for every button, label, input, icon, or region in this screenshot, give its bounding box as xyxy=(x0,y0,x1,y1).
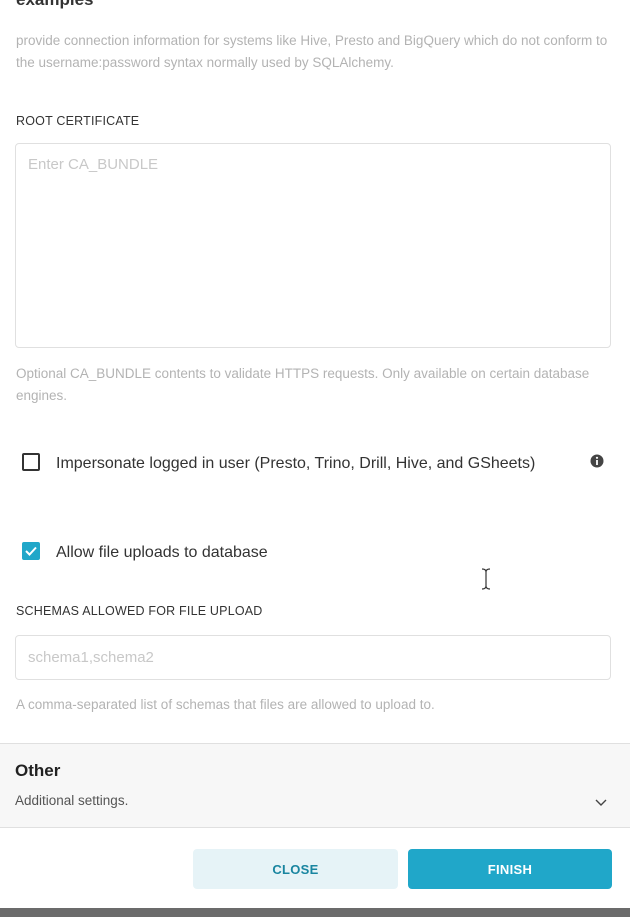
schemas-label: SCHEMAS ALLOWED FOR FILE UPLOAD xyxy=(16,604,263,618)
root-certificate-label: ROOT CERTIFICATE xyxy=(16,114,140,128)
impersonate-user-row[interactable]: Impersonate logged in user (Presto, Trin… xyxy=(22,452,612,476)
allow-file-uploads-checkbox[interactable] xyxy=(22,542,40,560)
section-help-text: provide connection information for syste… xyxy=(16,33,608,70)
info-icon[interactable] xyxy=(590,454,604,468)
other-collapse-panel[interactable]: Other Additional settings. xyxy=(0,743,630,828)
root-certificate-help: Optional CA_BUNDLE contents to validate … xyxy=(16,366,590,403)
chevron-down-icon[interactable] xyxy=(595,799,607,807)
checkmark-icon xyxy=(25,546,37,556)
schemas-help: A comma-separated list of schemas that f… xyxy=(16,697,435,712)
allow-file-uploads-row[interactable]: Allow file uploads to database xyxy=(22,541,268,565)
allow-file-uploads-label: Allow file uploads to database xyxy=(56,544,268,561)
section-heading: examples xyxy=(16,0,94,10)
other-panel-title: Other xyxy=(15,761,61,780)
impersonate-user-checkbox[interactable] xyxy=(22,453,40,471)
impersonate-user-label: Impersonate logged in user (Presto, Trin… xyxy=(56,455,536,472)
close-button[interactable]: CLOSE xyxy=(193,849,398,889)
schemas-input[interactable] xyxy=(15,635,611,680)
finish-button[interactable]: FINISH xyxy=(408,849,612,889)
bottom-bar xyxy=(0,908,630,917)
text-cursor-icon xyxy=(481,568,491,590)
root-certificate-textarea[interactable] xyxy=(15,143,611,348)
other-panel-subtitle: Additional settings. xyxy=(15,793,129,808)
